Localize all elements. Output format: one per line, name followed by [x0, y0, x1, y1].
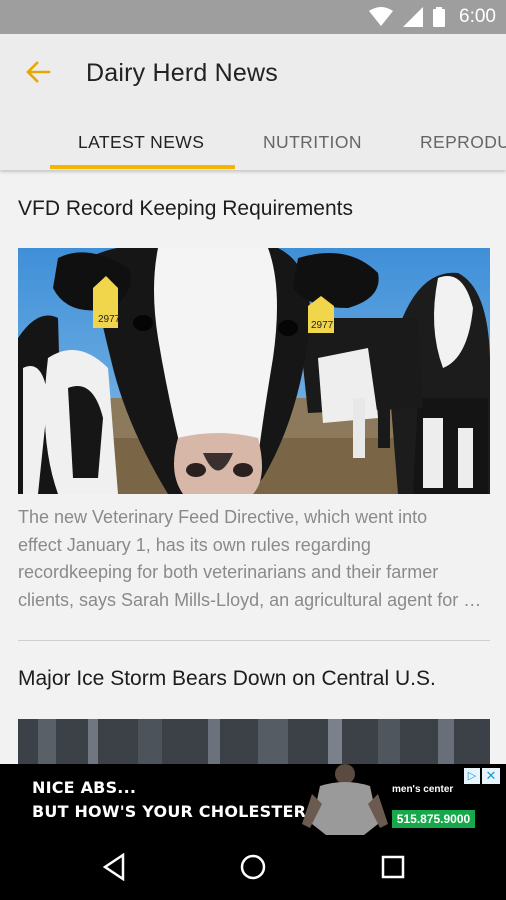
ad-model-image [302, 764, 388, 835]
nav-home-icon [239, 853, 267, 886]
tab-nutrition[interactable]: NUTRITION [263, 132, 362, 153]
status-bar: 6:00 [0, 0, 506, 34]
ear-tag-left: 2977 [98, 314, 121, 325]
ad-brand: men's center [392, 784, 454, 795]
excerpt-line: recordkeeping for both veterinarians and… [18, 562, 439, 582]
nav-back-button[interactable] [98, 852, 130, 886]
app-bar: Dairy Herd News [0, 34, 506, 114]
tab-latest-news[interactable]: LATEST NEWS [78, 132, 204, 153]
ear-tag-right: 2977 [311, 320, 334, 331]
article-image: 2977 2977 [18, 248, 490, 494]
article-image [18, 719, 490, 764]
status-time: 6:00 [459, 6, 496, 27]
nav-back-icon [101, 852, 127, 886]
nav-recents-icon [380, 854, 406, 885]
back-button[interactable] [22, 58, 54, 90]
article-excerpt: The new Veterinary Feed Directive, which… [18, 504, 490, 614]
nav-home-button[interactable] [237, 853, 269, 885]
category-tabs: LATEST NEWS NUTRITION REPRODUCTION [0, 114, 506, 170]
cellular-signal-icon [403, 7, 424, 27]
news-feed[interactable]: VFD Record Keeping Requirements 2977 297… [0, 170, 506, 764]
excerpt-line: The new Veterinary Feed Directive, which… [18, 507, 428, 527]
wifi-icon [369, 7, 394, 27]
tab-reproduction[interactable]: REPRODUCTION [420, 132, 506, 153]
excerpt-line: effect January 1, has its own rules rega… [18, 534, 371, 555]
nav-recents-button[interactable] [377, 853, 409, 885]
arrow-back-icon [25, 60, 51, 88]
ad-phone: 515.875.9000 [392, 810, 475, 828]
app-title: Dairy Herd News [86, 59, 278, 87]
article-card[interactable]: Major Ice Storm Bears Down on Central U.… [18, 641, 490, 764]
system-nav-bar [0, 835, 506, 900]
ad-close-icon[interactable]: ✕ [482, 768, 500, 784]
ad-banner[interactable]: NICE ABS... BUT HOW'S YOUR CHOLESTEROL? … [0, 764, 506, 835]
ad-subheadline: BUT HOW'S YOUR CHOLESTEROL? [32, 802, 340, 821]
excerpt-line: clients, says Sarah Mills-Lloyd, an agri… [18, 589, 490, 610]
article-card[interactable]: VFD Record Keeping Requirements 2977 297… [18, 170, 490, 640]
ad-text: NICE ABS... BUT HOW'S YOUR CHOLESTEROL? [32, 776, 340, 824]
ad-info-icon[interactable]: ▷ [464, 768, 480, 784]
article-title: VFD Record Keeping Requirements [18, 197, 353, 220]
article-title: Major Ice Storm Bears Down on Central U.… [18, 667, 436, 690]
ad-headline: NICE ABS... [32, 778, 137, 797]
active-tab-indicator [50, 165, 235, 169]
battery-icon [433, 7, 446, 27]
